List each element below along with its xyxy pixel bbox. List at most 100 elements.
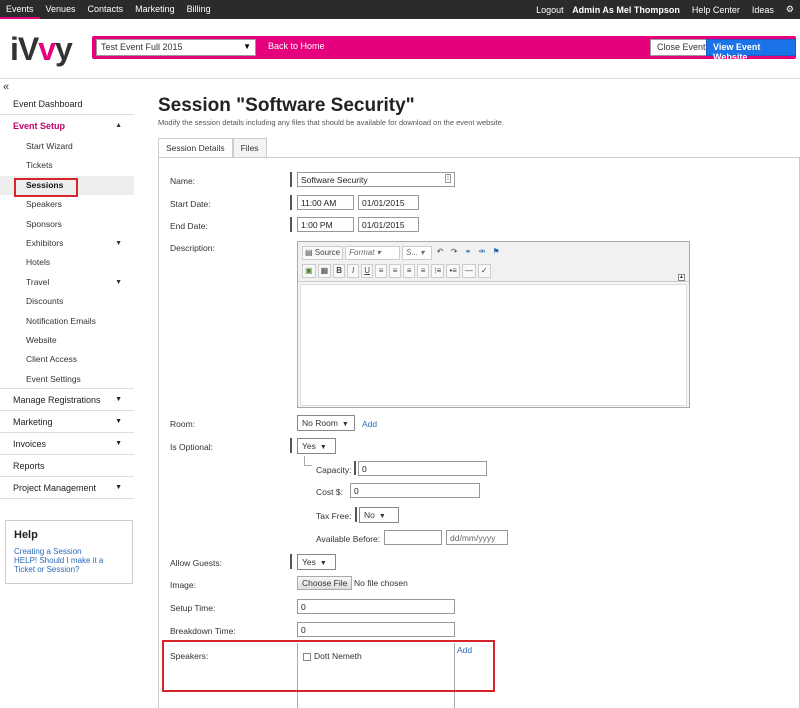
image-icon[interactable]: ▣	[302, 264, 316, 278]
is-optional-select[interactable]: Yes ▼	[297, 438, 336, 454]
end-date-input[interactable]: 01/01/2015	[358, 217, 419, 232]
help-link-creating-session[interactable]: Creating a Session	[14, 547, 124, 556]
numbered-list-icon[interactable]: ⁝≡	[431, 264, 445, 278]
is-optional-label: Is Optional:	[170, 442, 213, 452]
allow-guests-label: Allow Guests:	[170, 558, 222, 568]
nav-contacts[interactable]: Contacts	[82, 0, 130, 19]
header: iVvy Test Event Full 2015 ▼ Back to Home…	[0, 19, 800, 79]
chevron-down-icon: ▼	[115, 484, 122, 492]
required-marker	[290, 217, 292, 232]
tax-free-label: Tax Free:	[316, 511, 352, 521]
tab-files[interactable]: Files	[232, 138, 267, 158]
sidebar-item-event-setup[interactable]: Event Setup ▲	[0, 115, 134, 137]
align-justify-icon[interactable]: ≡	[417, 264, 430, 278]
tab-session-details[interactable]: Session Details	[158, 138, 233, 158]
sidebar-item-notification-emails[interactable]: Notification Emails	[0, 312, 134, 331]
collapse-sidebar-icon[interactable]: «	[3, 81, 9, 93]
underline-button[interactable]: U	[361, 264, 374, 278]
bulleted-list-icon[interactable]: •≡	[446, 264, 460, 278]
sidebar-item-travel[interactable]: Travel ▼	[0, 273, 134, 292]
align-left-icon[interactable]: ≡	[375, 264, 388, 278]
gear-icon[interactable]: ⚙	[780, 4, 800, 15]
source-button[interactable]: ▤ Source	[302, 246, 344, 260]
setup-time-input[interactable]: 0	[297, 599, 455, 614]
name-input[interactable]: Software Security ⁞	[297, 172, 455, 187]
cost-input[interactable]: 0	[350, 483, 480, 498]
name-label: Name:	[170, 176, 196, 186]
chevron-down-icon: ▼	[115, 239, 122, 247]
sidebar-item-exhibitors[interactable]: Exhibitors ▼	[0, 234, 134, 253]
nav-events[interactable]: Events	[0, 0, 40, 19]
format-select[interactable]: Format ▾	[345, 246, 401, 260]
sidebar-item-marketing[interactable]: Marketing ▼	[0, 411, 134, 434]
add-room-link[interactable]: Add	[362, 419, 377, 429]
maximize-icon[interactable]: ▲	[678, 274, 685, 281]
available-before-time-input[interactable]	[384, 530, 442, 545]
table-icon[interactable]: ▦	[317, 264, 332, 278]
breakdown-time-input[interactable]: 0	[297, 622, 455, 637]
sidebar-item-event-settings[interactable]: Event Settings	[0, 370, 134, 390]
field-icon: ⁞	[445, 174, 451, 183]
align-right-icon[interactable]: ≡	[403, 264, 416, 278]
close-event-button[interactable]: Close Event	[650, 39, 713, 56]
anchor-flag-icon[interactable]: ⚑	[490, 246, 502, 260]
sidebar-item-manage-registrations[interactable]: Manage Registrations ▼	[0, 389, 134, 412]
required-marker	[290, 172, 292, 187]
choose-file-button[interactable]: Choose File	[297, 576, 353, 590]
image-label: Image:	[170, 580, 196, 590]
help-link-ticket-or-session[interactable]: HELP! Should I make it a Ticket or Sessi…	[14, 556, 124, 574]
end-time-input[interactable]: 1:00 PM	[297, 217, 354, 232]
tabs: Session Details Files	[158, 138, 267, 158]
page-title: Session "Software Security"	[158, 95, 415, 116]
allow-guests-select[interactable]: Yes ▼	[297, 554, 336, 570]
spellcheck-icon[interactable]: ✓	[477, 264, 491, 278]
available-before-date-input[interactable]: dd/mm/yyyy	[446, 530, 508, 545]
sidebar-item-tickets[interactable]: Tickets	[0, 156, 134, 175]
redo-icon[interactable]: ↷	[448, 246, 460, 260]
start-time-input[interactable]: 11:00 AM	[297, 195, 354, 210]
sidebar-item-hotels[interactable]: Hotels	[0, 253, 134, 272]
tree-connector	[304, 456, 312, 466]
sidebar-item-sponsors[interactable]: Sponsors	[0, 215, 134, 234]
back-to-home-link[interactable]: Back to Home	[268, 41, 325, 51]
logout-link[interactable]: Logout Admin As Mel Thompson	[524, 5, 686, 15]
align-center-icon[interactable]: ≡	[389, 264, 402, 278]
sidebar-item-discounts[interactable]: Discounts	[0, 292, 134, 311]
horizontal-rule-icon[interactable]: —	[461, 264, 476, 278]
capacity-input[interactable]: 0	[358, 461, 487, 476]
required-marker	[355, 507, 357, 522]
bold-button[interactable]: B	[333, 264, 346, 278]
sidebar-item-website[interactable]: Website	[0, 331, 134, 350]
unlink-icon[interactable]: ⚮	[476, 246, 488, 260]
required-marker	[290, 438, 292, 453]
help-title: Help	[14, 529, 38, 541]
start-date-input[interactable]: 01/01/2015	[358, 195, 419, 210]
editor-toolbar: ▤ Source Format ▾ S... ▾ ↶ ↷ ⚭ ⚮ ⚑ ▣ ▦ B…	[298, 242, 689, 282]
sidebar-item-project-management[interactable]: Project Management ▼	[0, 477, 134, 500]
description-textarea[interactable]	[300, 284, 687, 406]
nav-venues[interactable]: Venues	[40, 0, 82, 19]
help-panel: Help Creating a Session HELP! Should I m…	[5, 520, 133, 584]
chevron-up-icon: ▲	[115, 122, 122, 129]
tax-free-select[interactable]: No ▼	[359, 507, 399, 523]
italic-button[interactable]: I	[347, 264, 360, 278]
sidebar-item-start-wizard[interactable]: Start Wizard	[0, 137, 134, 156]
nav-billing[interactable]: Billing	[181, 0, 217, 19]
sidebar-item-speakers[interactable]: Speakers	[0, 195, 134, 214]
sidebar-item-client-access[interactable]: Client Access	[0, 350, 134, 369]
link-icon[interactable]: ⚭	[462, 246, 474, 260]
undo-icon[interactable]: ↶	[434, 246, 446, 260]
end-date-label: End Date:	[170, 221, 208, 231]
view-event-website-button[interactable]: View Event Website	[706, 39, 796, 62]
ivvy-logo[interactable]: iVvy	[10, 31, 73, 68]
sidebar-item-invoices[interactable]: Invoices ▼	[0, 433, 134, 456]
sidebar-item-dashboard[interactable]: Event Dashboard	[0, 93, 134, 115]
sidebar-item-reports[interactable]: Reports	[0, 455, 134, 478]
chevron-down-icon: ▼	[378, 513, 386, 520]
room-select[interactable]: No Room ▼	[297, 415, 355, 431]
styles-select[interactable]: S... ▾	[402, 246, 433, 260]
event-select[interactable]: Test Event Full 2015 ▼	[96, 39, 256, 56]
ideas-link[interactable]: Ideas	[746, 5, 780, 15]
nav-marketing[interactable]: Marketing	[129, 0, 181, 19]
help-center-link[interactable]: Help Center	[686, 5, 746, 15]
